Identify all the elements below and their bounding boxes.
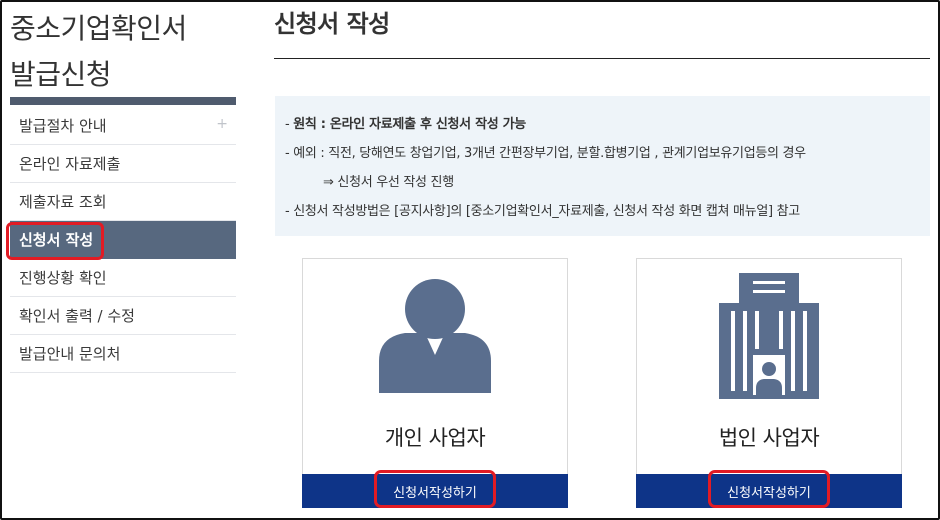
person-icon — [379, 279, 491, 393]
card-label: 개인 사업자 — [384, 426, 486, 450]
page-title: 신청서 작성 — [274, 10, 390, 38]
sidebar-item-issuance-guide[interactable]: 발급절차 안내 + — [10, 107, 236, 145]
notice-line-priority: ⇒ 신청서 우선 작성 진행 — [323, 175, 454, 190]
sidebar-item-label: 발급절차 안내 — [19, 117, 107, 135]
sidebar-item-online-submission[interactable]: 온라인 자료제출 — [10, 145, 236, 183]
plus-icon[interactable]: + — [216, 116, 228, 132]
notice-bullet: - — [285, 117, 294, 132]
sidebar-item-write-application[interactable]: 신청서 작성 — [10, 221, 236, 259]
sidebar-item-inquiry-contacts[interactable]: 발급안내 문의처 — [10, 335, 236, 373]
sidebar-item-submitted-data-lookup[interactable]: 제출자료 조회 — [10, 183, 236, 221]
sidebar-item-print-edit[interactable]: 확인서 출력 / 수정 — [10, 297, 236, 335]
notice-principle-text: 원칙 : 온라인 자료제출 후 신청서 작성 가능 — [293, 117, 526, 132]
sidebar-item-label: 제출자료 조회 — [19, 193, 107, 211]
write-application-button-corporate[interactable]: 신청서작성하기 — [636, 474, 902, 508]
sidebar-title: 중소기업확인서 발급신청 — [10, 6, 240, 98]
notice-line-principle: - 원칙 : 온라인 자료제출 후 신청서 작성 가능 — [285, 110, 930, 139]
notice-box: - 원칙 : 온라인 자료제출 후 신청서 작성 가능 - 예외 : 직전, 당… — [275, 96, 930, 236]
sidebar-item-label: 발급안내 문의처 — [19, 345, 121, 363]
title-divider — [274, 58, 930, 59]
sidebar-item-label: 신청서 작성 — [19, 231, 94, 249]
building-icon — [719, 273, 819, 399]
sidebar-item-progress-check[interactable]: 진행상황 확인 — [10, 259, 236, 297]
write-application-button-individual[interactable]: 신청서작성하기 — [302, 474, 568, 508]
notice-line-method: - 신청서 작성방법은 [공지사항]의 [중소기업확인서_자료제출, 신청서 작… — [285, 204, 800, 219]
card-label: 법인 사업자 — [718, 426, 820, 450]
sidebar-divider — [10, 97, 236, 105]
sidebar-item-label: 온라인 자료제출 — [19, 155, 121, 173]
sidebar-item-label: 진행상황 확인 — [19, 269, 107, 287]
card-individual-business: 개인 사업자 신청서작성하기 — [302, 258, 568, 508]
sidebar-nav: 발급절차 안내 + 온라인 자료제출 제출자료 조회 신청서 작성 진행상황 확… — [10, 107, 236, 373]
card-corporate-business: 법인 사업자 신청서작성하기 — [636, 258, 902, 508]
notice-line-exception: - 예외 : 직전, 당해연도 창업기업, 3개년 간편장부기업, 분할.합병기… — [285, 146, 806, 161]
sidebar-title-line1: 중소기업확인서 — [10, 12, 187, 45]
sidebar-title-line2: 발급신청 — [10, 58, 112, 91]
sidebar-item-label: 확인서 출력 / 수정 — [19, 307, 135, 325]
